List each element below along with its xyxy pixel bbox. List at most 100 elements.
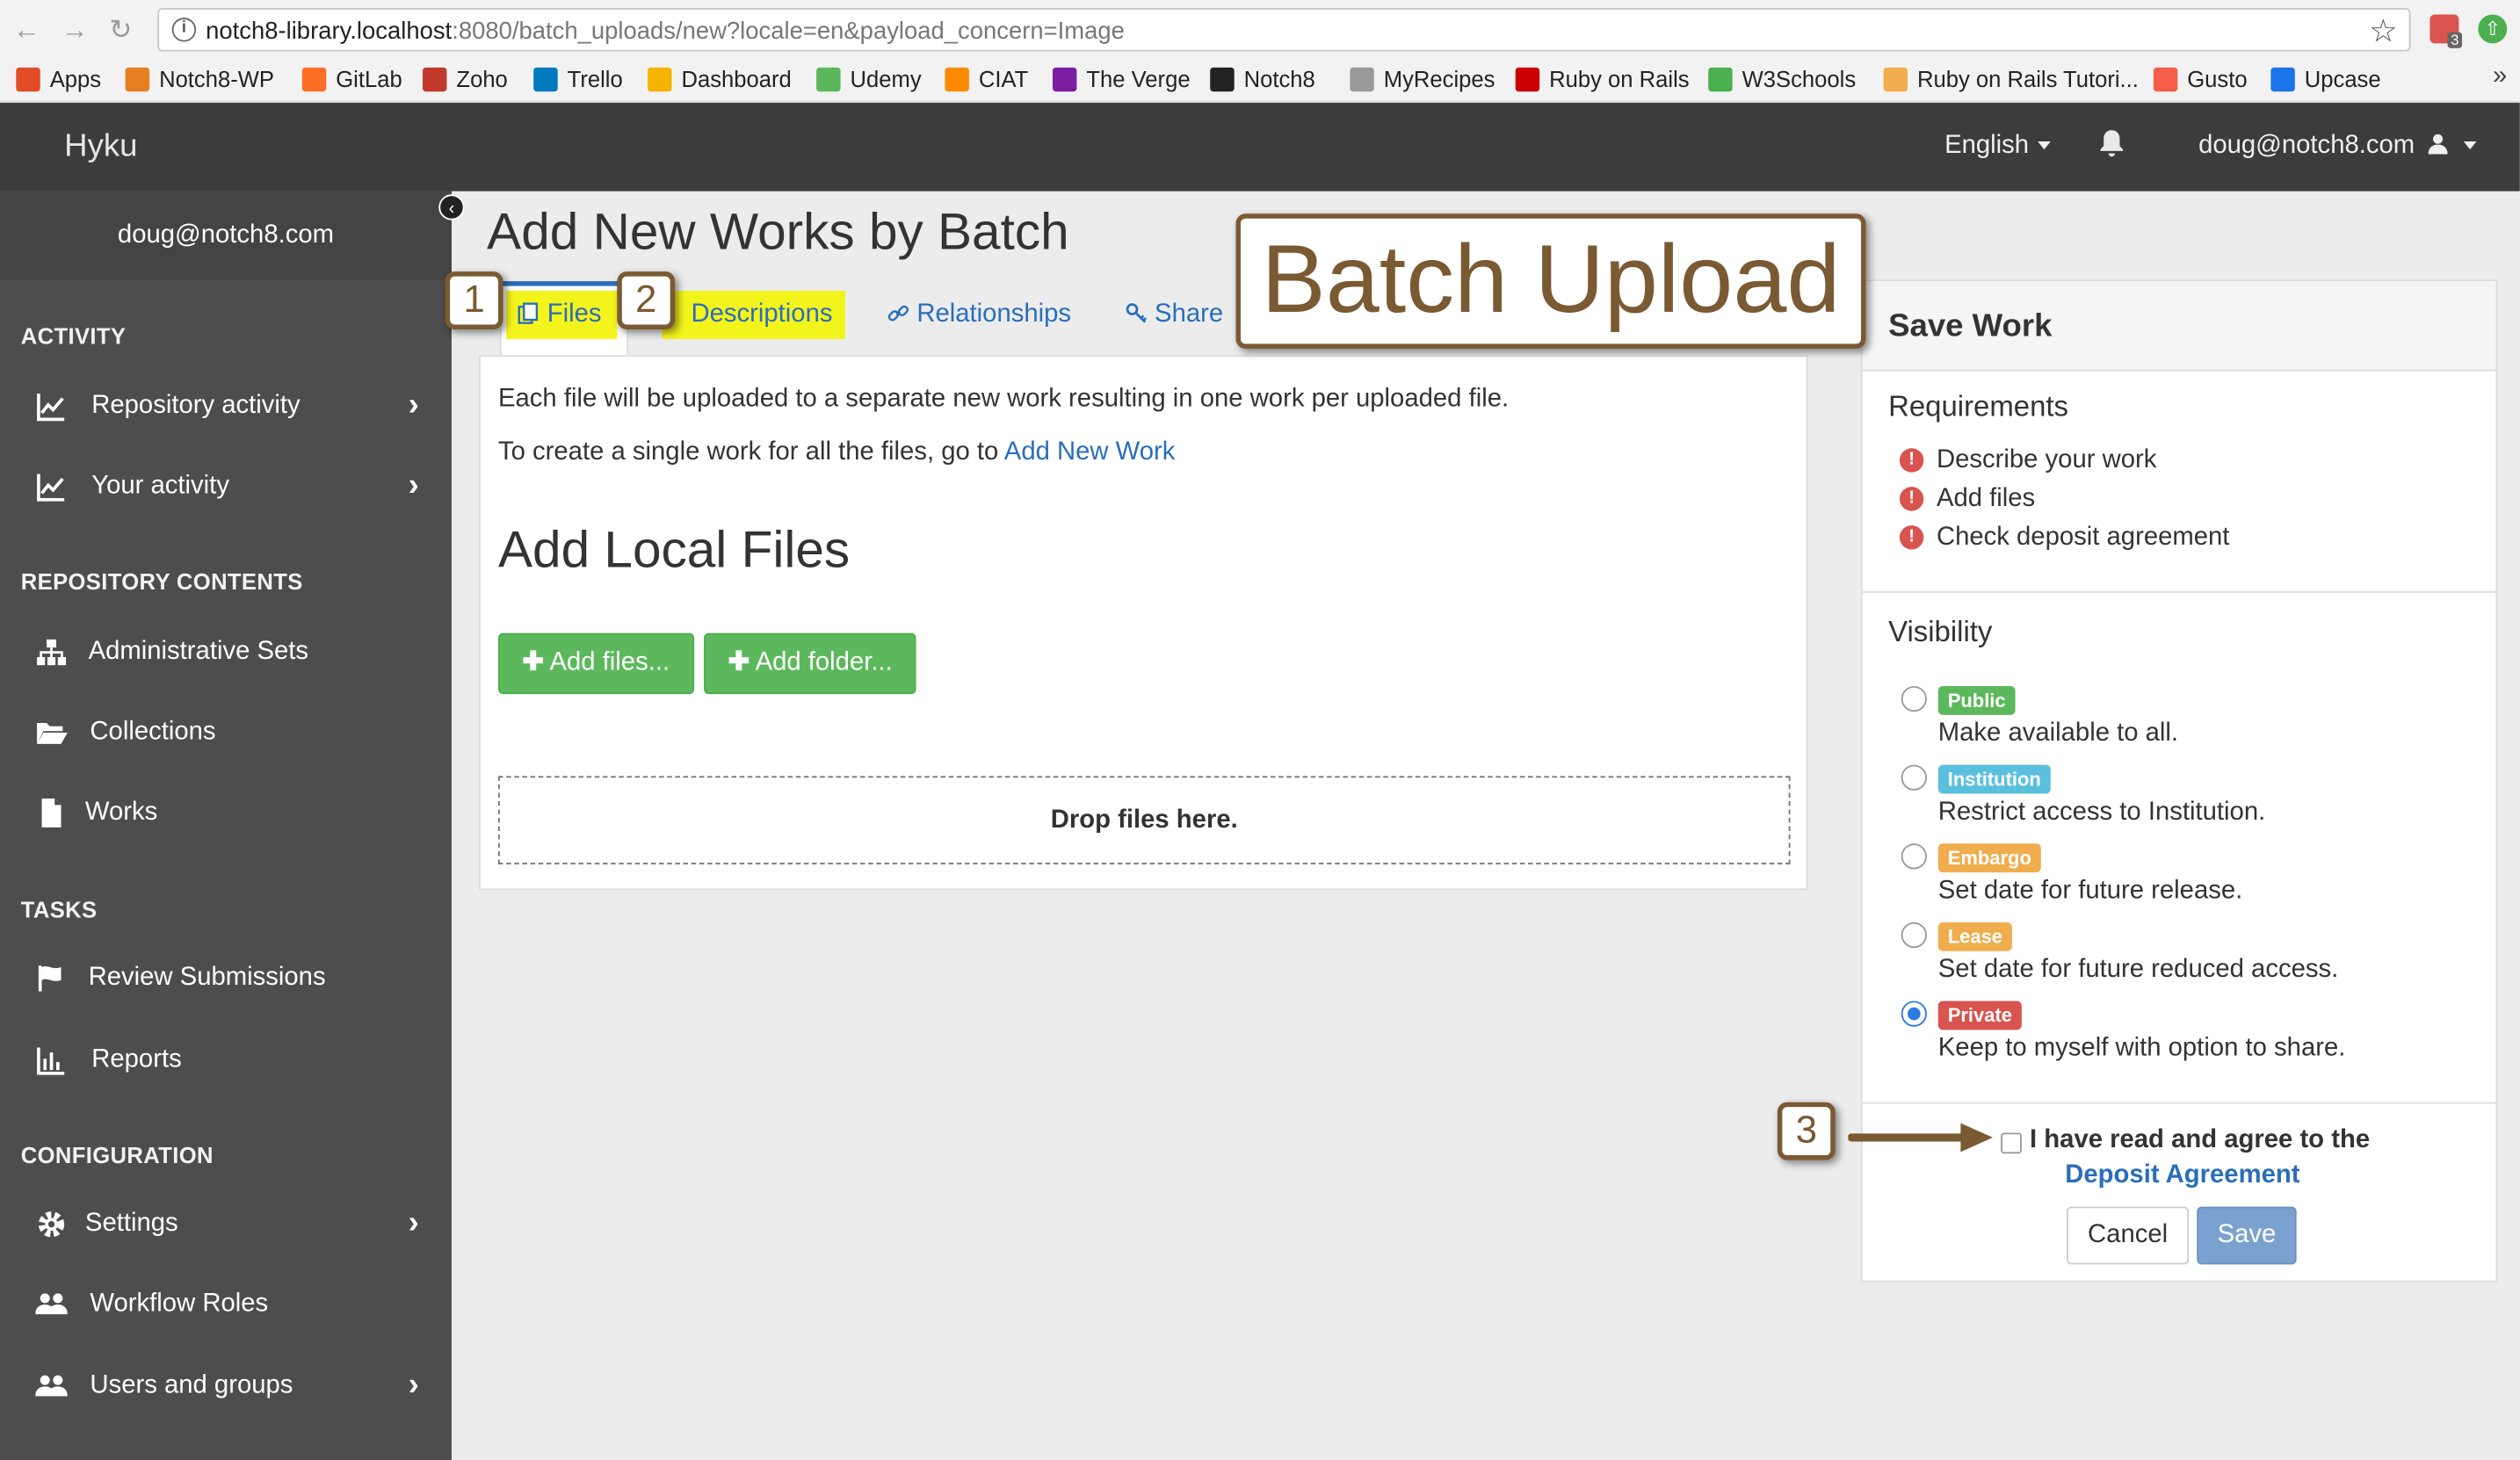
sidebar-collapse-icon[interactable]: ‹ — [438, 194, 465, 220]
save-button[interactable]: Save — [2197, 1206, 2297, 1265]
section-tasks: TASKS — [20, 896, 98, 922]
bookmark-11[interactable]: Ruby on Rails — [1515, 66, 1690, 91]
visibility-badge: Public — [1937, 685, 2016, 715]
bookmark-label: Apps — [49, 65, 102, 92]
visibility-badge: Institution — [1937, 764, 2051, 794]
bookmark-12[interactable]: W3Schools — [1708, 66, 1856, 91]
bookmark-2[interactable]: GitLab — [301, 66, 402, 91]
sidebar-item-works[interactable]: Works — [0, 781, 452, 845]
sidebar-item-repository-activity[interactable]: Repository activity › — [0, 374, 452, 438]
address-bar[interactable]: i notch8-library.localhost:8080/batch_up… — [157, 8, 2411, 52]
bookmark-label: CIAT — [978, 65, 1029, 92]
sidebar-item-users-and-groups[interactable]: Users and groups › — [0, 1355, 452, 1419]
folder-open-icon — [37, 723, 68, 744]
sidebar-item-collections[interactable]: Collections — [0, 700, 452, 764]
brand-logo[interactable]: Hyku — [64, 128, 137, 165]
udemy-icon — [816, 66, 841, 91]
section-repository-contents: REPOSITORY CONTENTS — [20, 568, 303, 595]
bookmark-8[interactable]: The Verge — [1052, 65, 1191, 92]
add-files-button[interactable]: ✚ Add files... — [497, 632, 694, 695]
sidebar-item-your-activity[interactable]: Your activity › — [0, 455, 452, 519]
bookmark-0[interactable]: Apps — [16, 66, 101, 91]
add-local-files-heading: Add Local Files — [497, 520, 851, 579]
bookmark-7[interactable]: CIAT — [945, 66, 1028, 91]
sidebar-item-workflow-roles[interactable]: Workflow Roles — [0, 1273, 452, 1337]
user-icon — [2428, 134, 2448, 155]
w3schools-icon — [1708, 66, 1733, 91]
agreement-text: I have read and agree to the — [2030, 1126, 2371, 1154]
add-folder-button[interactable]: ✚ Add folder... — [704, 632, 917, 695]
visibility-heading: Visibility — [1888, 615, 1993, 648]
bookmark-star-icon[interactable]: ☆ — [2369, 11, 2398, 52]
bookmark-4[interactable]: Trello — [533, 66, 623, 91]
trello-icon — [533, 66, 558, 91]
agreement-checkbox[interactable] — [2001, 1132, 2022, 1154]
visibility-radio-public[interactable] — [1901, 685, 1927, 712]
notch8-wp-icon — [125, 66, 150, 91]
forward-arrow-icon[interactable]: → — [62, 14, 89, 47]
info-icon[interactable]: i — [171, 18, 197, 42]
back-arrow-icon[interactable]: ← — [13, 14, 40, 47]
visibility-radio-institution[interactable] — [1901, 764, 1927, 791]
sidebar-item-label: Users and groups — [90, 1371, 293, 1400]
bookmark-label: W3Schools — [1742, 65, 1857, 92]
more-bookmarks-icon[interactable]: » — [2493, 62, 2507, 91]
bookmark-5[interactable]: Dashboard — [648, 66, 792, 91]
bell-icon[interactable] — [2099, 126, 2125, 167]
bookmark-label: Dashboard — [681, 65, 792, 92]
visibility-description: Restrict access to Institution. — [1937, 799, 2266, 827]
bookmark-label: The Verge — [1086, 65, 1191, 92]
language-dropdown[interactable]: English — [1944, 132, 2052, 161]
user-menu[interactable]: doug@notch8.com — [2198, 132, 2478, 161]
visibility-badge: Embargo — [1937, 843, 2041, 873]
the-verge-icon — [1052, 66, 1077, 91]
sidebar-item-administrative-sets[interactable]: Administrative Sets — [0, 620, 452, 684]
visibility-radio-embargo[interactable] — [1901, 843, 1927, 870]
bar-chart-icon — [37, 1047, 65, 1075]
drop-zone[interactable]: Drop files here. — [497, 776, 1791, 865]
tab-relationships[interactable]: Relationships — [887, 300, 1071, 329]
section-configuration: CONFIGURATION — [20, 1142, 214, 1168]
sidebar-item-settings[interactable]: Settings › — [0, 1192, 452, 1256]
bookmark-6[interactable]: Udemy — [816, 66, 922, 91]
requirements-heading: Requirements — [1888, 390, 2069, 423]
divider — [1862, 1102, 2496, 1104]
browser-toolbar: ← → ↻ i notch8-library.localhost:8080/ba… — [0, 0, 2520, 58]
flag-icon — [38, 965, 62, 992]
upload-extension-icon[interactable]: ⇧ — [2478, 14, 2508, 44]
tab-files-label[interactable]: Files — [506, 291, 618, 339]
bookmark-14[interactable]: Gusto — [2153, 66, 2248, 91]
visibility-badge: Lease — [1937, 922, 2012, 951]
sidebar: doug@notch8.com ACTIVITY Repository acti… — [0, 191, 452, 1460]
cancel-button[interactable]: Cancel — [2067, 1206, 2190, 1265]
add-new-work-link[interactable]: Add New Work — [1004, 438, 1176, 466]
zoho-icon — [423, 66, 447, 91]
bookmark-label: MyRecipes — [1383, 65, 1495, 92]
chevron-right-icon: › — [408, 467, 419, 503]
gear-icon — [38, 1211, 65, 1238]
tab-descriptions[interactable]: Descriptions — [662, 291, 846, 339]
bookmark-9[interactable]: Notch8 — [1210, 66, 1315, 91]
sidebar-item-review-submissions[interactable]: Review Submissions — [0, 946, 452, 1010]
bookmark-label: Upcase — [2304, 65, 2381, 92]
tab-share[interactable]: Share — [1125, 300, 1223, 329]
bookmark-15[interactable]: Upcase — [2270, 65, 2381, 92]
calendar-extension-icon[interactable]: 3 — [2429, 14, 2463, 48]
sidebar-item-reports[interactable]: Reports — [0, 1029, 452, 1093]
bookmark-1[interactable]: Notch8-WP — [125, 66, 274, 91]
exclamation-circle-icon: ! — [1899, 487, 1924, 511]
files-panel: Each file will be uploaded to a separate… — [479, 355, 1808, 891]
visibility-radio-lease[interactable] — [1901, 922, 1927, 949]
bookmark-3[interactable]: Zoho — [423, 66, 508, 91]
bookmark-13[interactable]: Ruby on Rails Tutori... — [1883, 66, 2139, 91]
visibility-radio-private[interactable] — [1901, 1001, 1927, 1027]
reload-icon[interactable]: ↻ — [109, 14, 132, 47]
bookmark-10[interactable]: MyRecipes — [1350, 66, 1495, 91]
exclamation-circle-icon: ! — [1899, 448, 1924, 473]
users-icon — [35, 1375, 68, 1397]
sidebar-item-label: Works — [84, 799, 158, 827]
deposit-agreement-link[interactable]: Deposit Agreement — [2065, 1161, 2299, 1190]
url-text[interactable]: notch8-library.localhost:8080/batch_uplo… — [206, 18, 1125, 45]
plus-icon: ✚ — [728, 648, 750, 677]
sidebar-user[interactable]: doug@notch8.com — [0, 191, 452, 280]
